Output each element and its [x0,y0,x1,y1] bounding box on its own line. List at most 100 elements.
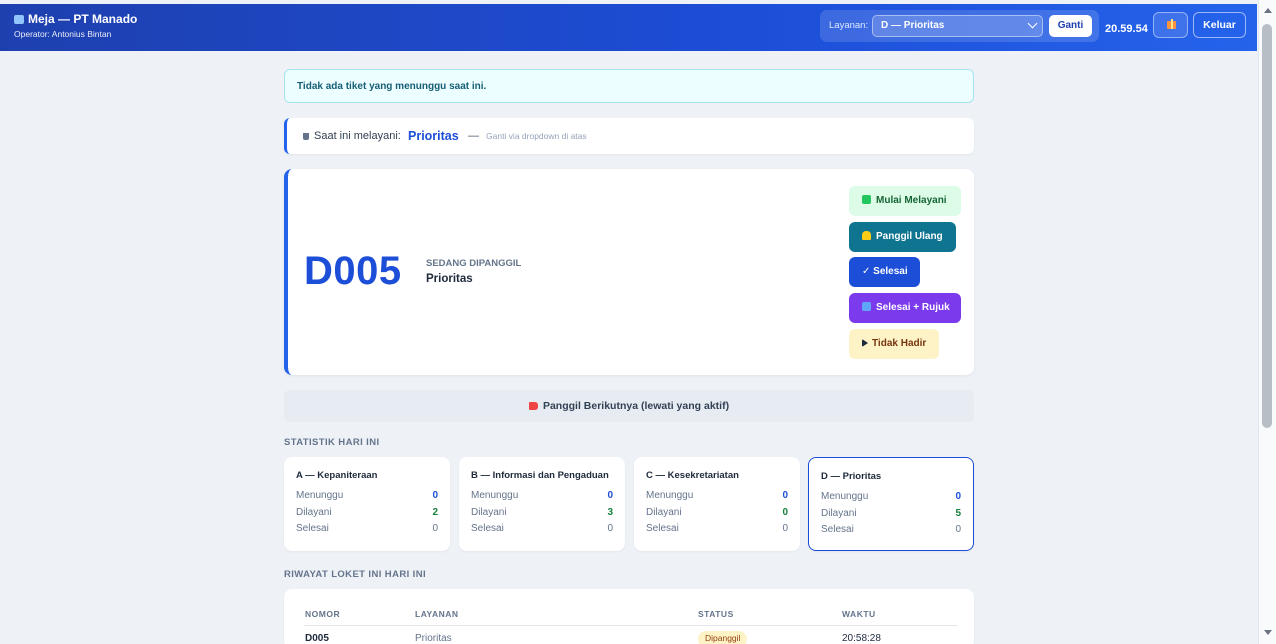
history-table: NOMOR LAYANAN STATUS WAKTU D005 Priorita… [284,589,974,644]
stat-label: Selesai [471,523,504,534]
chevron-down-icon [1027,18,1038,29]
column-header: NOMOR [305,609,341,619]
serving-label: Saat ini melayani: [314,130,401,142]
scroll-down-arrow-icon[interactable] [1264,630,1272,635]
layanan-switcher: Layanan: D — Prioritas Ganti [820,10,1099,42]
stat-value: 3 [607,507,613,518]
stats-title: STATISTIK HARI INI [284,437,380,448]
stat-row-done: Selesai 0 [646,523,788,537]
stat-value: 2 [432,507,438,518]
stat-label: Selesai [821,524,854,535]
no-show-button[interactable]: Tidak Hadir [849,329,939,359]
serving-hint: Ganti via dropdown di atas [486,131,587,141]
stat-value: 0 [782,507,788,518]
cup-icon [303,133,309,140]
app-title-text: Meja — PT Manado [28,12,138,26]
stat-row-served: Dilayani 0 [646,507,788,521]
app-header: Meja — PT Manado Operator: Antonius Bint… [14,12,137,39]
table-divider [304,625,958,626]
stat-card-name: C — Kesekretariatan [646,470,739,481]
stat-value: 0 [782,523,788,534]
start-serving-label: Mulai Melayani [876,195,947,206]
empty-queue-notice: Tidak ada tiket yang menunggu saat ini. [284,69,974,103]
serving-bar: Saat ini melayani: Prioritas — Ganti via… [284,118,974,154]
stat-row-served: Dilayani 5 [821,508,961,522]
finish-refer-label: Selesai + Rujuk [876,302,950,313]
column-header: LAYANAN [415,609,459,619]
no-show-label: Tidak Hadir [872,338,927,349]
call-next-label: Panggil Berikutnya (lewati yang aktif) [542,400,730,412]
serving-service: Prioritas [408,129,459,143]
serving-separator: — [468,130,479,142]
column-header: STATUS [698,609,734,619]
stat-value: 0 [432,523,438,534]
stat-label: Selesai [646,523,679,534]
stat-row-waiting: Menunggu 0 [646,490,788,504]
call-next-button[interactable]: Panggil Berikutnya (lewati yang aktif) [284,390,974,422]
stat-value: 0 [955,524,961,535]
stat-value: 0 [607,523,613,534]
recall-button[interactable]: Panggil Ulang [849,222,956,252]
stat-label: Dilayani [471,507,507,518]
refer-icon [862,302,871,311]
ticket-status-label: SEDANG DIPANGGIL [426,258,522,269]
stat-value: 0 [782,490,788,501]
current-ticket-card: D005 SEDANG DIPANGGIL Prioritas Mulai Me… [284,169,974,375]
stat-row-waiting: Menunggu 0 [821,491,961,505]
ganti-button[interactable]: Ganti [1049,15,1092,37]
stat-label: Dilayani [296,507,332,518]
stat-label: Menunggu [646,490,694,501]
stat-row-served: Dilayani 2 [296,507,438,521]
clock: 20.59.54 [1105,23,1148,35]
stat-card-b: B — Informasi dan Pengaduan Menunggu 0 Di… [459,457,625,551]
layanan-label: Layanan: [829,20,869,31]
start-serving-button[interactable]: Mulai Melayani [849,186,961,216]
megaphone-icon [528,402,538,410]
finish-refer-button[interactable]: Selesai + Rujuk [849,293,961,323]
finish-button[interactable]: ✓ Selesai [849,257,920,287]
stat-label: Menunggu [821,491,869,502]
cell-nomor: D005 [305,633,329,644]
stat-card-name: D — Prioritas [821,471,882,482]
stat-row-waiting: Menunggu 0 [296,490,438,504]
scroll-thumb[interactable] [1262,24,1272,428]
stat-card-a: A — Kepaniteraan Menunggu 0 Dilayani 2 Sel… [284,457,450,551]
finish-label: ✓ Selesai [862,266,908,277]
layanan-select[interactable]: D — Prioritas [872,15,1043,37]
stat-label: Menunggu [296,490,344,501]
check-box-icon [862,195,871,204]
history-title: RIWAYAT LOKET INI HARI INI [284,569,427,580]
ticket-service: Prioritas [426,273,473,285]
logout-button[interactable]: Keluar [1193,12,1246,38]
skip-icon [862,339,868,347]
stat-value: 0 [432,490,438,501]
gift-button[interactable] [1153,12,1188,38]
layanan-selected-value: D — Prioritas [881,20,945,31]
stat-row-served: Dilayani 3 [471,507,613,521]
stat-card-c: C — Kesekretariatan Menunggu 0 Dilayani 0 … [634,457,800,551]
stat-value: 0 [607,490,613,501]
scroll-up-arrow-icon[interactable] [1264,8,1272,13]
desk-icon [14,14,24,24]
stat-card-name: A — Kepaniteraan [296,470,378,481]
stat-value: 0 [955,491,961,502]
stat-row-done: Selesai 0 [471,523,613,537]
stat-card-name: B — Informasi dan Pengaduan [471,470,609,481]
stat-row-waiting: Menunggu 0 [471,490,613,504]
operator-name: Operator: Antonius Bintan [14,29,112,39]
stat-card-d: D — Prioritas Menunggu 0 Dilayani 5 Selesa… [808,457,974,551]
stat-label: Menunggu [471,490,519,501]
cell-waktu: 20:58:28 [842,633,881,644]
stat-row-done: Selesai 0 [821,524,961,538]
stat-value: 5 [955,508,961,519]
stat-label: Dilayani [821,508,857,519]
gift-icon [1167,19,1176,29]
column-header: WAKTU [842,609,876,619]
bell-icon [862,231,871,240]
stat-label: Dilayani [646,507,682,518]
top-bar: Meja — PT Manado Operator: Antonius Bint… [0,4,1257,51]
scrollbar[interactable] [1258,0,1276,644]
app-title: Meja — PT Manado [14,12,137,26]
cell-layanan: Prioritas [415,633,452,644]
status-badge: Dipanggil [698,631,748,644]
